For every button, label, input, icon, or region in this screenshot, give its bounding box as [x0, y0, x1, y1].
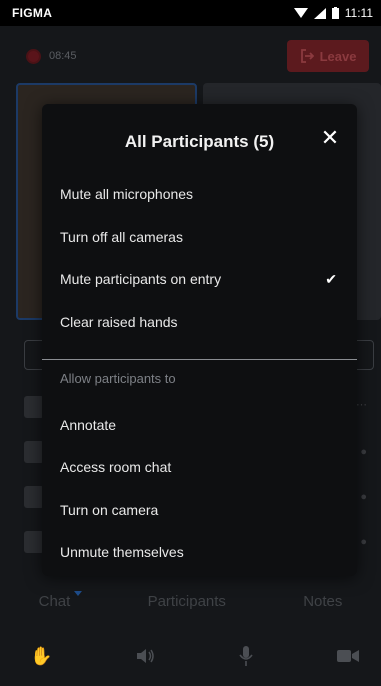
- mic-icon: ●: [360, 491, 367, 503]
- allow-annotate-item[interactable]: Annotate: [42, 405, 357, 445]
- speaker-icon[interactable]: [136, 648, 156, 664]
- call-controls: ✋: [0, 636, 381, 676]
- menu-item-label: Clear raised hands: [60, 314, 178, 330]
- carrier-label: FIGMA: [12, 6, 53, 20]
- clock: 11:11: [344, 6, 373, 20]
- leave-label: Leave: [319, 48, 357, 64]
- allow-room-chat-item[interactable]: Access room chat: [42, 447, 357, 487]
- status-icons: 11:11: [293, 6, 373, 20]
- mic-icon: ●: [360, 446, 367, 458]
- menu-item-label: Annotate: [60, 417, 117, 433]
- participant-avatar: [24, 486, 44, 508]
- menu-item-label: Turn off all cameras: [60, 229, 183, 245]
- mute-on-entry-item[interactable]: Mute participants on entry ✔: [42, 259, 357, 299]
- tab-chat[interactable]: Chat: [39, 590, 82, 610]
- participant-avatar: [24, 531, 44, 553]
- status-bar: FIGMA 11:11: [0, 0, 381, 26]
- participant-avatar: [24, 441, 44, 463]
- microphone-icon[interactable]: [239, 646, 254, 666]
- mic-icon: ●: [360, 536, 367, 548]
- all-participants-dialog: All Participants (5) ✕ Mute all micropho…: [42, 104, 357, 576]
- tab-participants[interactable]: Participants: [148, 593, 226, 610]
- participant-avatar: [24, 396, 44, 418]
- wifi-icon: [293, 7, 308, 18]
- camera-icon[interactable]: [336, 649, 359, 663]
- tab-notes[interactable]: Notes: [303, 593, 342, 610]
- menu-item-label: Access room chat: [60, 459, 172, 475]
- turn-off-all-cameras-item[interactable]: Turn off all cameras: [42, 217, 357, 257]
- divider: [42, 359, 357, 360]
- mute-all-microphones-item[interactable]: Mute all microphones: [42, 174, 357, 214]
- menu-item-label: Unmute themselves: [60, 544, 184, 560]
- section-header: Allow participants to: [60, 371, 176, 386]
- clear-raised-hands-item[interactable]: Clear raised hands: [42, 302, 357, 342]
- dialog-header: All Participants (5): [42, 104, 357, 180]
- bottom-tabs: Chat Participants Notes: [0, 586, 381, 616]
- dialog-title: All Participants (5): [124, 132, 275, 151]
- exit-icon: [300, 49, 314, 63]
- menu-item-label: Mute participants on entry: [60, 271, 222, 287]
- allow-unmute-item[interactable]: Unmute themselves: [42, 532, 357, 572]
- meeting-topbar: 08:45 Leave: [0, 26, 381, 86]
- signal-icon: [313, 7, 326, 19]
- recording-indicator: 08:45: [26, 48, 77, 64]
- meeting-timer: 08:45: [49, 50, 77, 62]
- leave-button[interactable]: Leave: [287, 40, 369, 72]
- close-icon[interactable]: ✕: [317, 125, 343, 151]
- allow-camera-item[interactable]: Turn on camera: [42, 490, 357, 530]
- menu-item-label: Turn on camera: [60, 502, 159, 518]
- battery-icon: [331, 7, 339, 19]
- hand-icon[interactable]: ✋: [30, 646, 52, 667]
- record-icon: [26, 48, 41, 64]
- menu-item-label: Mute all microphones: [60, 186, 194, 202]
- checkmark-icon: ✔: [325, 270, 337, 287]
- more-icon[interactable]: ⋯: [356, 398, 367, 411]
